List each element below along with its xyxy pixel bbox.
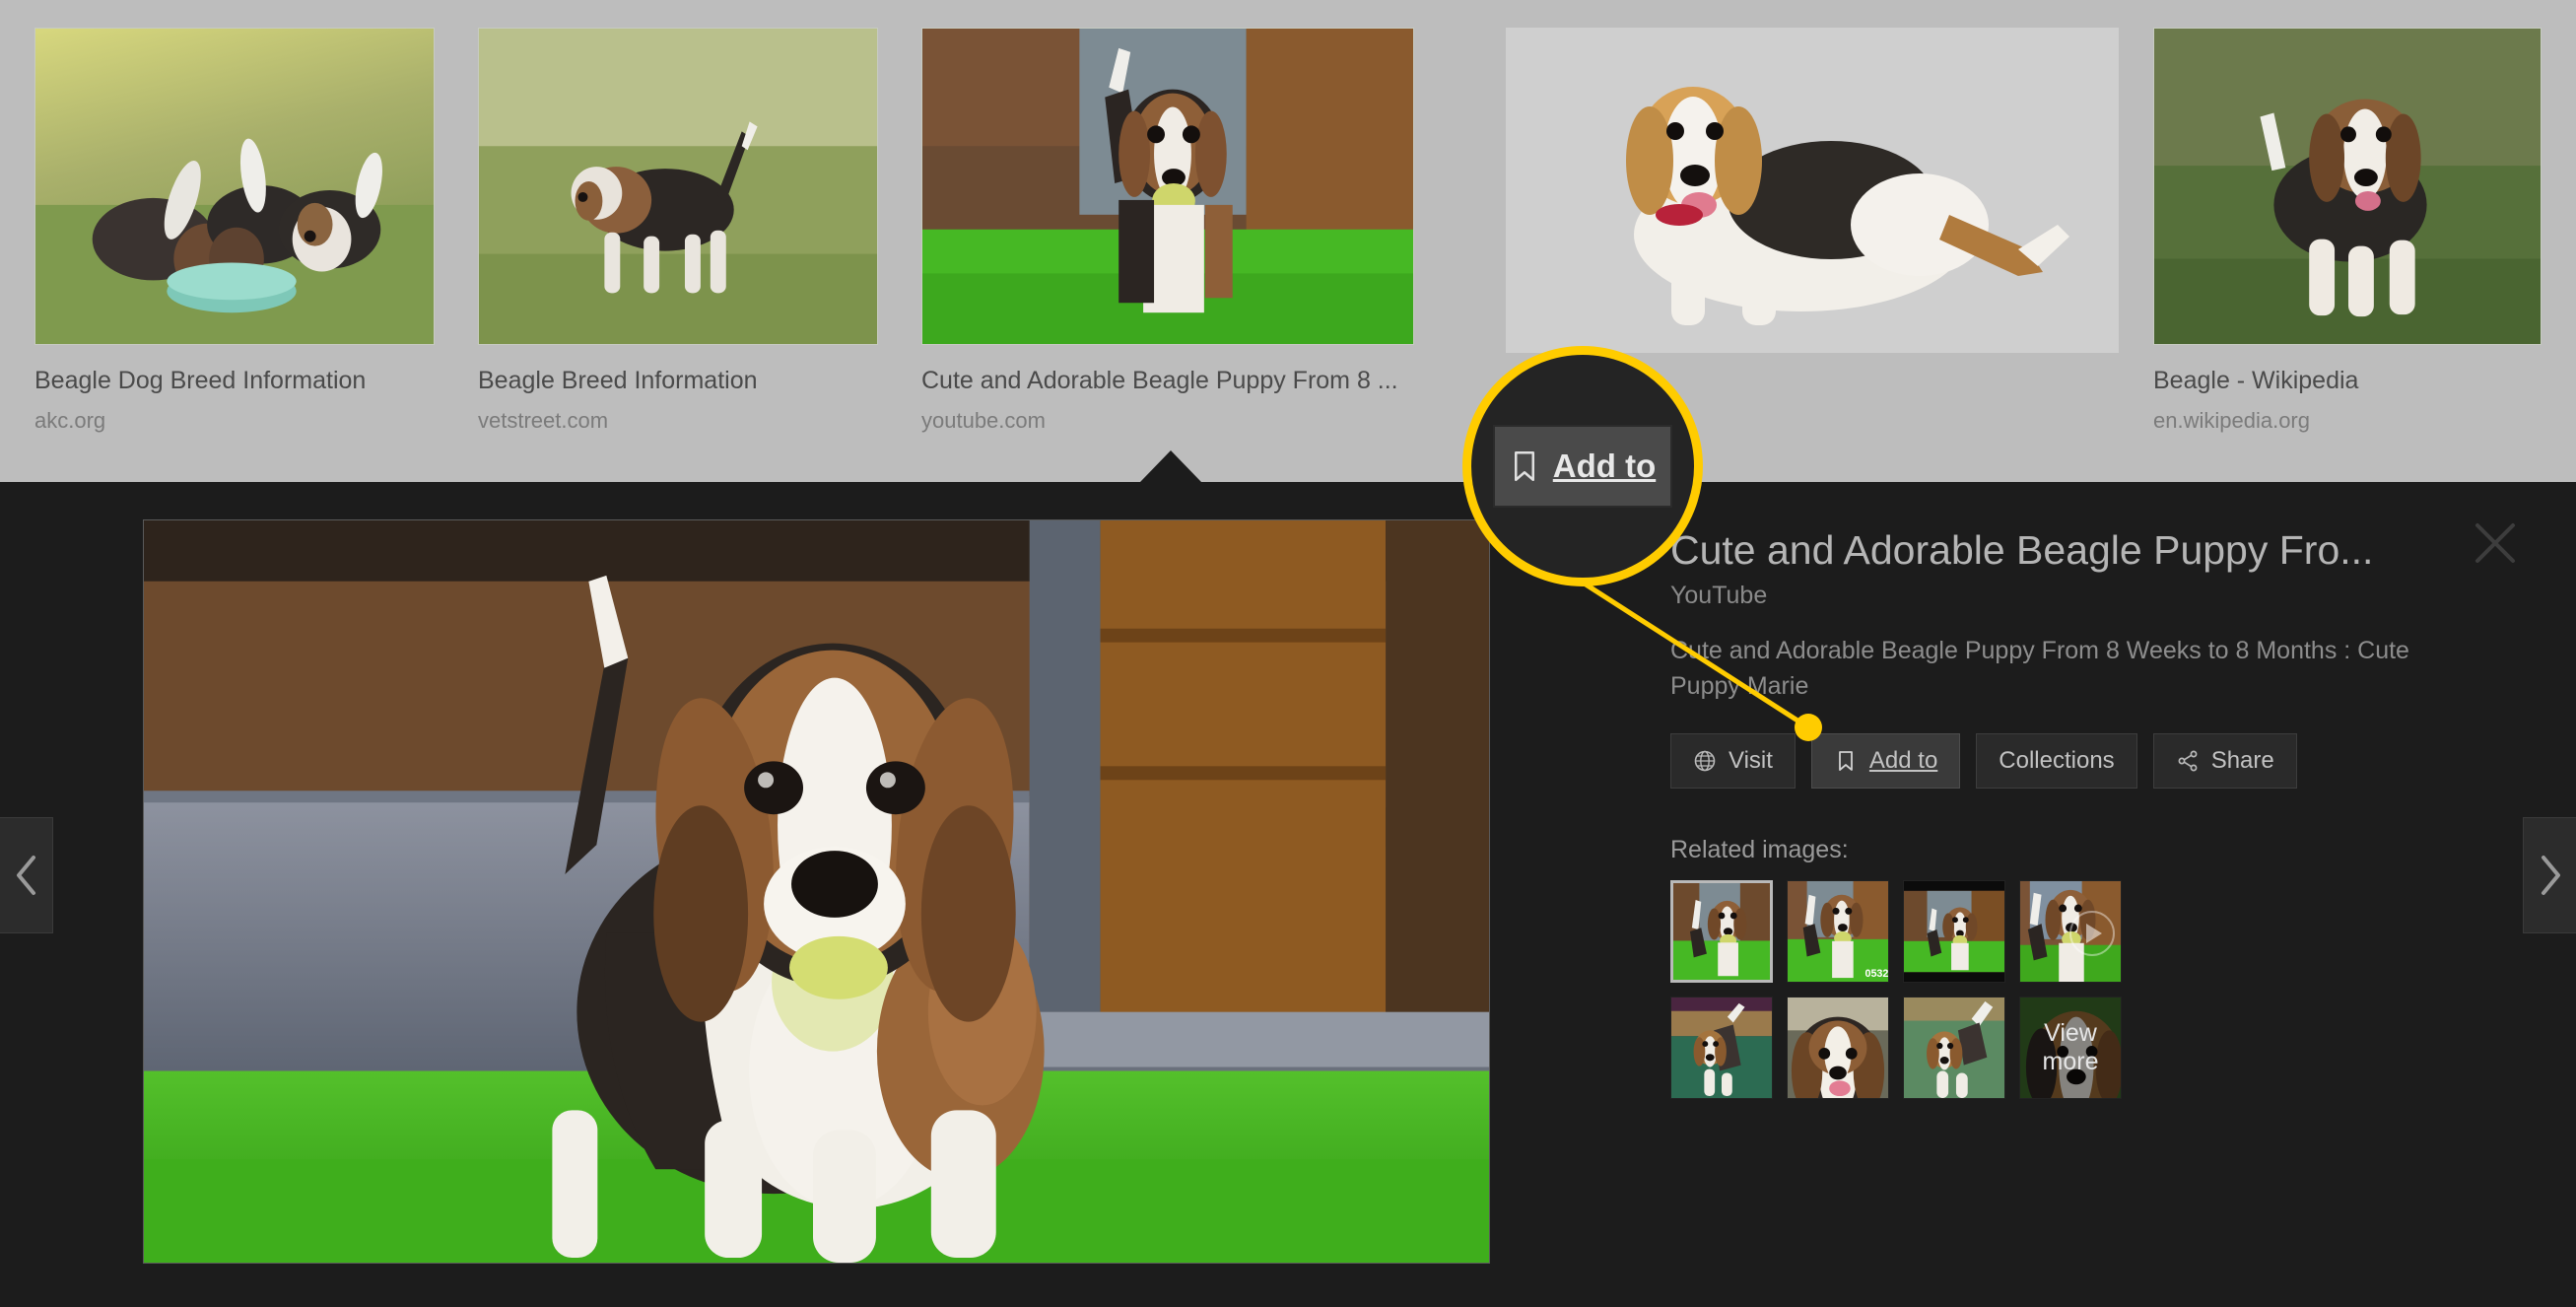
result-thumbnail-5[interactable] [2153,28,2542,345]
result-thumbnail-3[interactable] [921,28,1414,345]
bookmark-icon [1514,451,1534,481]
related-images-grid: 0532 View more [1670,880,2469,1100]
detail-title: Cute and Adorable Beagle Puppy Fro... [1670,527,2374,573]
result-title-2: Beagle Breed Information [478,367,758,394]
related-thumb-6[interactable] [1787,997,1889,1100]
related-beagle-photo-5 [1671,997,1772,1099]
beagle-puppies-bowl-photo [35,29,434,344]
related-thumb-8-view-more[interactable]: View more [2019,997,2122,1100]
next-image-button[interactable] [2523,817,2576,933]
related-beagle-photo-7 [1904,997,2004,1099]
image-info-column: Cute and Adorable Beagle Puppy Fro... Yo… [1670,527,2469,1100]
related-thumb-3[interactable] [1903,880,2005,984]
screenshot-root: Beagle Dog Breed Information akc.org Bea… [0,0,2576,1307]
beagle-puppy-video-thumbnail [922,29,1413,344]
beagle-puppy-large-photo [144,520,1489,1263]
beagle-wikipedia-photo [2154,29,2541,344]
visit-button[interactable]: Visit [1670,733,1796,790]
view-more-label[interactable]: View more [2020,997,2121,1099]
close-detail-button[interactable] [2470,517,2521,569]
result-card-2[interactable]: Beagle Breed Information vetstreet.com [478,28,878,434]
result-thumbnail-4[interactable] [1506,28,2119,353]
result-thumbnail-1[interactable] [34,28,435,345]
visit-label: Visit [1729,747,1773,775]
chevron-left-icon [16,856,35,895]
bookmark-icon [1839,751,1853,772]
close-icon [2475,523,2515,563]
result-card-1[interactable]: Beagle Dog Breed Information akc.org [34,28,435,434]
callout-magnifier: Add to [1462,346,1703,586]
result-title-3: Cute and Adorable Beagle Puppy From 8 ..… [921,367,1398,394]
related-thumb-5[interactable] [1670,997,1773,1100]
image-detail-panel: Cute and Adorable Beagle Puppy Fro... Yo… [0,450,2576,1307]
share-icon [2178,750,2198,772]
share-button[interactable]: Share [2152,733,2297,790]
collections-button[interactable]: Collections [1976,733,2137,790]
hero-image[interactable] [143,519,1490,1264]
image-results-strip: Beagle Dog Breed Information akc.org Bea… [0,0,2576,482]
result-card-3[interactable]: Cute and Adorable Beagle Puppy From 8 ..… [921,28,1414,434]
related-thumb-7[interactable] [1903,997,2005,1100]
result-title-1: Beagle Dog Breed Information [34,367,367,394]
result-thumbnail-2[interactable] [478,28,878,345]
related-beagle-photo-6 [1788,997,1888,1099]
related-thumb-2-caption: 0532 [1864,968,1888,980]
previous-image-button[interactable] [0,817,53,933]
related-beagle-photo-1 [1673,883,1770,981]
related-beagle-photo-2: 0532 [1788,881,1888,983]
related-images-label: Related images: [1670,836,1849,864]
result-site-1: akc.org [34,408,106,433]
detail-description: Cute and Adorable Beagle Puppy From 8 We… [1670,637,2409,700]
globe-icon [1694,750,1716,772]
detail-action-row: Visit Add to Collections Share [1670,733,2469,790]
detail-source: YouTube [1670,582,1768,610]
magnified-add-to-button[interactable]: Add to [1493,425,1672,508]
related-thumb-4[interactable] [2019,880,2122,984]
add-to-label: Add to [1868,747,1938,775]
related-thumb-1[interactable] [1670,880,1773,984]
panel-pointer-triangle [1140,450,1201,482]
result-site-3: youtube.com [921,408,1046,433]
related-beagle-photo-3 [1904,881,2004,983]
beagle-standing-grass-photo [479,29,877,344]
result-site-5: en.wikipedia.org [2153,408,2310,433]
result-card-5[interactable]: Beagle - Wikipedia en.wikipedia.org [2153,28,2542,434]
add-to-button[interactable]: Add to [1810,733,1961,790]
play-overlay-icon[interactable] [2069,911,2115,957]
collections-label: Collections [1999,747,2115,775]
beagle-studio-photo [1506,28,2119,353]
related-thumb-2[interactable]: 0532 [1787,880,1889,984]
chevron-right-icon [2541,856,2560,895]
share-label: Share [2210,747,2274,775]
magnified-add-to-label: Add to [1552,447,1657,484]
result-site-2: vetstreet.com [478,408,609,433]
result-title-5: Beagle - Wikipedia [2153,367,2359,394]
